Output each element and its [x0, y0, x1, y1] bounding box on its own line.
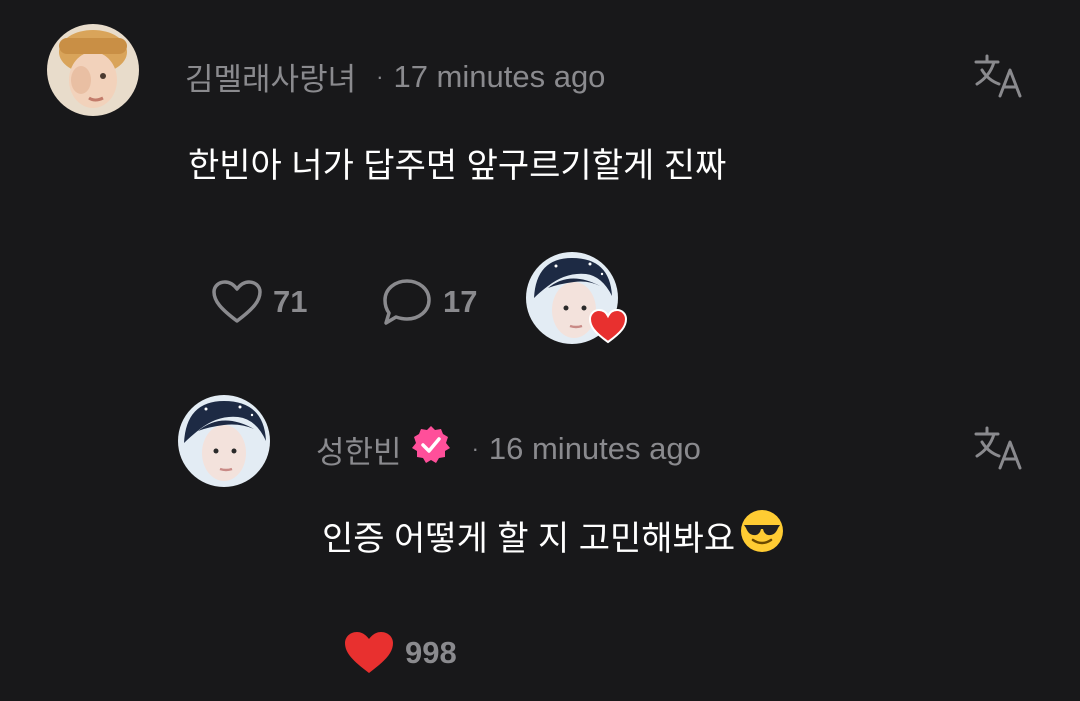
comment-username[interactable]: 김멜래사랑녀 [185, 54, 356, 99]
sunglasses-emoji-icon [739, 508, 785, 563]
translate-button[interactable] [972, 424, 1028, 472]
speech-bubble-icon [383, 279, 431, 325]
translate-button[interactable] [972, 52, 1028, 100]
comment-like-count: 71 [273, 284, 308, 319]
comment-reply-button[interactable]: 17 [381, 277, 477, 327]
comment-reply-count: 17 [443, 284, 478, 319]
creator-avatar-icon [178, 395, 270, 487]
comment-timestamp: 17 minutes ago [393, 58, 606, 94]
reply-meta: 성한빈 · 16 minutes ago [316, 424, 701, 474]
reply-like-button[interactable]: 998 [343, 630, 457, 676]
reply-like-count: 998 [405, 635, 457, 670]
comment-thread: 김멜래사랑녀 · 17 minutes ago 한빈아 너가 답주면 앞구르기할… [0, 0, 1080, 701]
user-avatar-icon [47, 24, 139, 116]
reply-text: 인증 어떻게 할 지 고민해봐요 [322, 508, 785, 563]
verified-badge-icon [411, 426, 450, 463]
creator-heart-icon [588, 308, 628, 344]
comment-meta: 김멜래사랑녀 · 17 minutes ago [185, 54, 605, 99]
replier-avatar[interactable] [178, 395, 270, 487]
commenter-avatar[interactable] [47, 24, 139, 116]
comment-text-content: 한빈아 너가 답주면 앞구르기할게 진짜 [188, 147, 727, 185]
translate-icon [974, 426, 1022, 470]
meta-separator: · [376, 63, 384, 89]
comment-text: 한빈아 너가 답주면 앞구르기할게 진짜 [188, 138, 726, 187]
heart-filled-icon [345, 632, 393, 673]
reply-timestamp: 16 minutes ago [488, 431, 701, 466]
comment-like-button[interactable]: 71 [211, 279, 307, 325]
meta-separator: · [471, 436, 479, 461]
reply-text-content: 인증 어떻게 할 지 고민해봐요 [322, 520, 736, 558]
creator-liked-indicator [526, 252, 628, 344]
heart-outline-icon [212, 280, 262, 323]
translate-icon [974, 54, 1022, 98]
verified-badge [410, 424, 452, 474]
reply-username[interactable]: 성한빈 [316, 427, 402, 472]
